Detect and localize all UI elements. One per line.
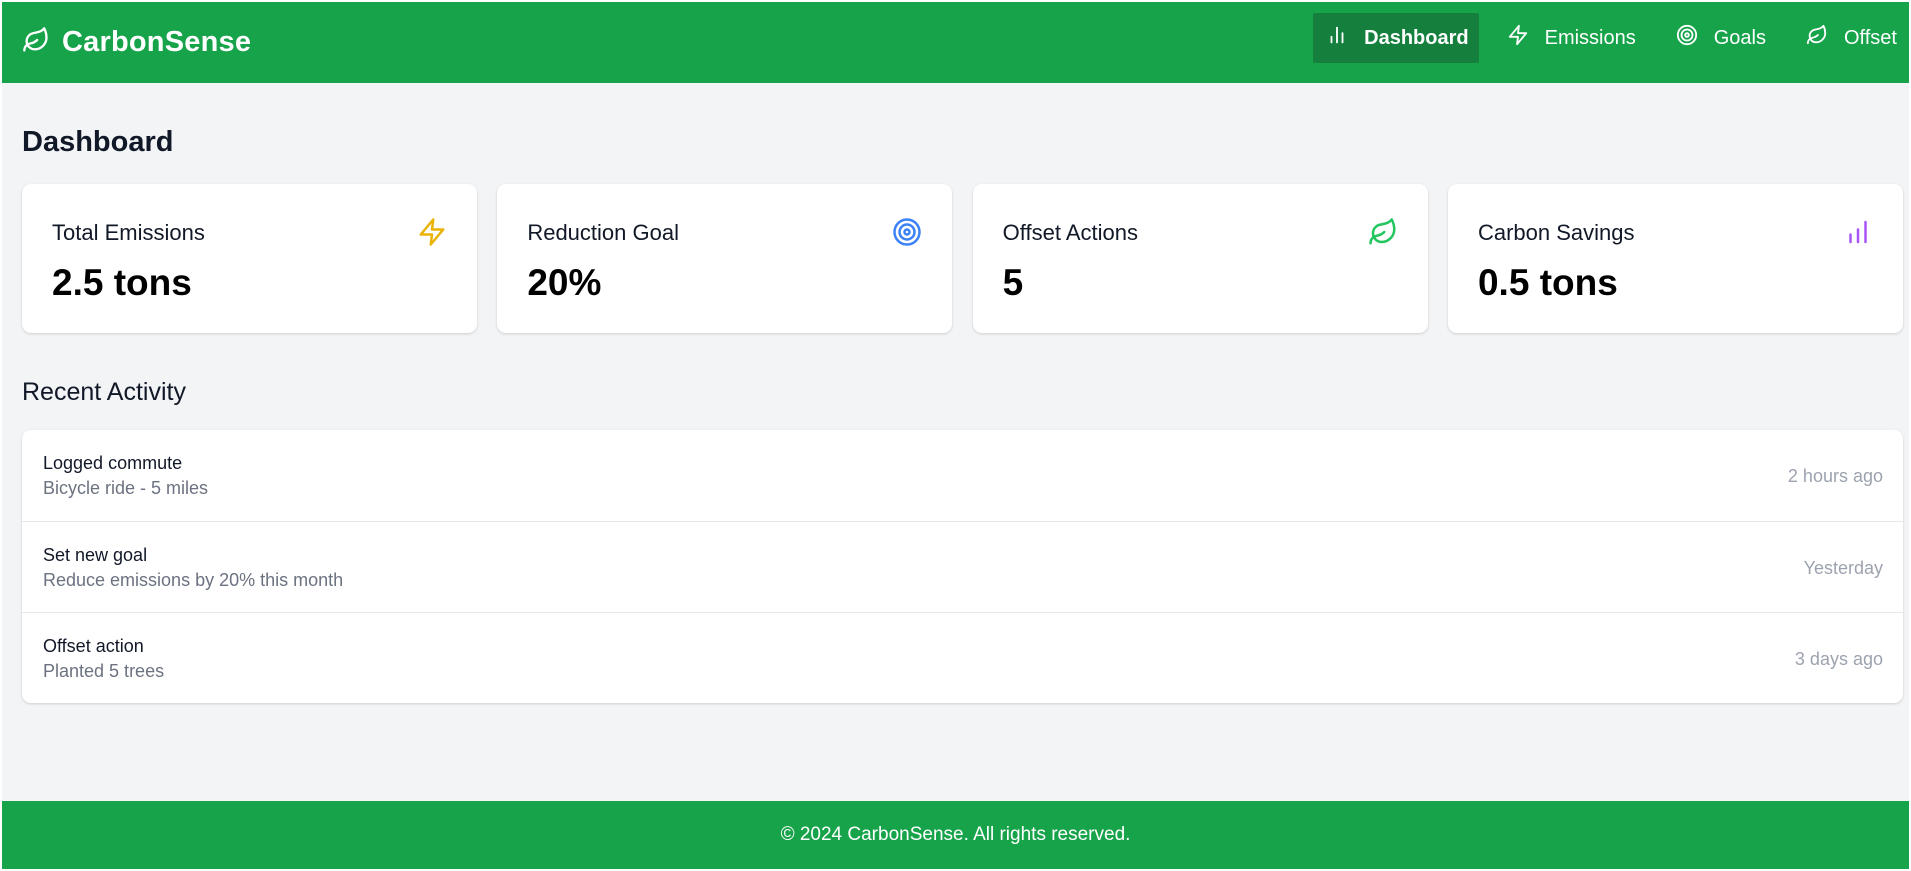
nav-item-goals[interactable]: Goals: [1664, 13, 1778, 63]
target-icon: [1676, 24, 1714, 52]
list-item[interactable]: Offset action Planted 5 trees 3 days ago: [22, 612, 1903, 703]
nav-item-label: Emissions: [1544, 26, 1636, 49]
footer-text: © 2024 CarbonSense. All rights reserved.: [780, 824, 1131, 845]
nav-item-label: Offset: [1844, 26, 1897, 49]
footer: © 2024 CarbonSense. All rights reserved.: [2, 801, 1909, 869]
activity-description: Planted 5 trees: [43, 661, 165, 681]
stat-card-reduction-goal: Reduction Goal 20%: [497, 184, 953, 333]
stat-label: Carbon Savings: [1477, 220, 1635, 245]
nav-item-label: Goals: [1713, 26, 1766, 49]
activity-time: 2 hours ago: [1787, 466, 1883, 486]
stat-label: Reduction Goal: [527, 220, 679, 245]
stat-card-carbon-savings: Carbon Savings 0.5 tons: [1447, 184, 1903, 333]
stat-value: 0.5 tons: [1477, 262, 1618, 303]
leaf-icon: [1368, 217, 1398, 247]
activity-description: Reduce emissions by 20% this month: [43, 570, 344, 590]
stat-label: Offset Actions: [1002, 220, 1138, 245]
page-title: Dashboard: [22, 126, 174, 158]
zap-icon: [417, 217, 447, 247]
stat-card-offset-actions: Offset Actions 5: [972, 184, 1428, 333]
nav-item-dashboard[interactable]: Dashboard: [1313, 13, 1479, 63]
activity-title: Logged commute: [43, 453, 183, 473]
bar-chart-icon: [1843, 217, 1873, 247]
stat-value: 2.5 tons: [52, 262, 192, 303]
nav-item-label: Dashboard: [1364, 26, 1469, 49]
stat-card-total-emissions: Total Emissions 2.5 tons: [22, 184, 477, 333]
activity-title: Offset action: [43, 636, 144, 656]
activity-description: Bicycle ride - 5 miles: [43, 478, 209, 498]
activity-time: Yesterday: [1803, 558, 1883, 578]
nav-item-emissions[interactable]: Emissions: [1495, 13, 1648, 63]
zap-icon: [1507, 24, 1545, 52]
list-item[interactable]: Set new goal Reduce emissions by 20% thi…: [22, 521, 1903, 612]
activity-title: Set new goal: [43, 545, 148, 565]
target-icon: [892, 217, 922, 247]
leaf-icon: [1806, 24, 1844, 52]
stat-label: Total Emissions: [52, 220, 205, 245]
recent-activity-title: Recent Activity: [22, 378, 186, 406]
app-frame: CarbonSense Dashboard Emissions Goals Of…: [2, 2, 1909, 869]
leaf-icon: [22, 26, 62, 59]
stats-row: Total Emissions 2.5 tons Reduction Goal …: [22, 184, 1903, 333]
stat-value: 20%: [527, 262, 602, 303]
bar-chart-icon: [1326, 24, 1364, 52]
brand-name: CarbonSense: [62, 25, 252, 58]
main-nav: Dashboard Emissions Goals Offset: [1297, 13, 1909, 63]
activity-time: 3 days ago: [1794, 649, 1883, 669]
list-item[interactable]: Logged commute Bicycle ride - 5 miles 2 …: [22, 430, 1903, 521]
nav-item-offset[interactable]: Offset: [1794, 13, 1909, 63]
stat-value: 5: [1002, 262, 1024, 303]
brand[interactable]: CarbonSense: [22, 24, 251, 60]
recent-activity-list: Logged commute Bicycle ride - 5 miles 2 …: [22, 430, 1903, 703]
top-bar: CarbonSense Dashboard Emissions Goals Of…: [2, 2, 1909, 83]
